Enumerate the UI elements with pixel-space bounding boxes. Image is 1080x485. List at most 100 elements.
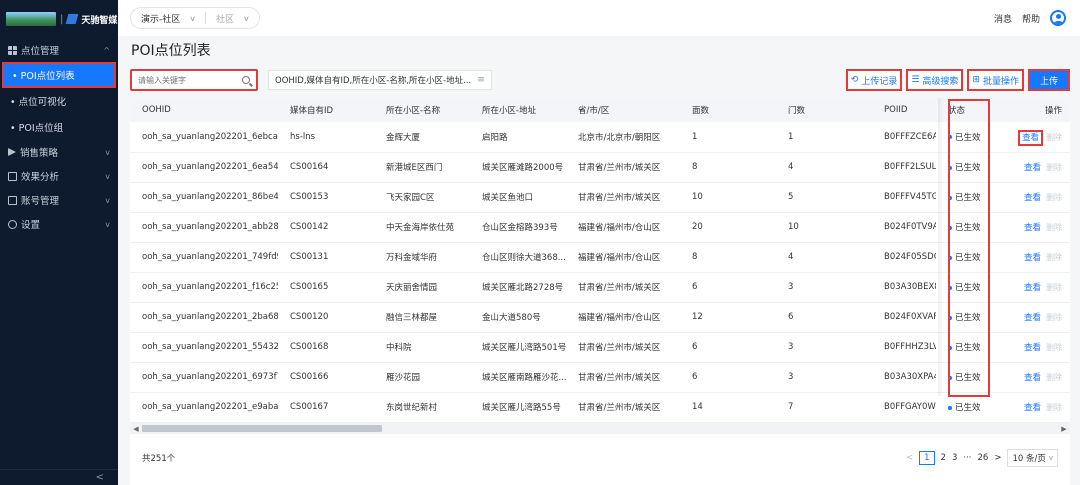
upload-button[interactable]: 上传 xyxy=(1027,69,1070,91)
status-cell: 已生效 xyxy=(936,392,988,422)
search-icon[interactable] xyxy=(242,76,250,84)
delete-link[interactable]: 删除 xyxy=(1046,403,1062,412)
status-dot-icon xyxy=(948,165,952,170)
delete-link[interactable]: 删除 xyxy=(1046,133,1062,142)
column-header: 操作 xyxy=(988,98,1070,122)
field-filter-select[interactable]: OOHID,媒体自有ID,所在小区-名称,所在小区-地址... ≡ xyxy=(268,70,492,90)
upload-records-button[interactable]: ⟲ 上传记录 xyxy=(845,69,903,91)
advanced-search-button[interactable]: ☰ 高级搜索 xyxy=(906,69,964,91)
delete-link[interactable]: 删除 xyxy=(1046,283,1062,292)
view-link[interactable]: 查看 xyxy=(1024,313,1041,323)
help-link[interactable]: 帮助 xyxy=(1022,12,1040,25)
view-link[interactable]: 查看 xyxy=(1017,129,1044,146)
search-box[interactable] xyxy=(130,69,258,91)
grid-icon xyxy=(8,45,17,55)
chart-icon xyxy=(8,171,17,181)
table-row[interactable]: ooh_sa_yuanlang202201_554326... CS00168 中科… xyxy=(130,332,1070,362)
view-link[interactable]: 查看 xyxy=(1024,283,1041,293)
status-cell: 已生效 xyxy=(936,242,988,272)
table-cell: 城关区雁北路2728号 xyxy=(482,283,564,293)
delete-link[interactable]: 删除 xyxy=(1046,373,1062,382)
view-link[interactable]: 查看 xyxy=(1024,223,1041,233)
menu-group-poi[interactable]: 点位管理 ^ xyxy=(0,38,118,62)
table-cell: B024F05SDG xyxy=(884,252,936,262)
table-row[interactable]: ooh_sa_yuanlang202201_6ea540... CS00164 新港… xyxy=(130,152,1070,182)
delete-link[interactable]: 删除 xyxy=(1046,313,1062,322)
table-row[interactable]: ooh_sa_yuanlang202201_f16c25... CS00165 天庆… xyxy=(130,272,1070,302)
table-cell: ooh_sa_yuanlang202201_6ea540... xyxy=(142,162,278,172)
table-row[interactable]: ooh_sa_yuanlang202201_6ebca4... hs-lns 金辉大… xyxy=(130,122,1070,152)
data-table: OOHID 媒体自有ID 所在小区-名称 所在小区-地址 省/市/区 面数 门数 POIID 状… xyxy=(130,98,1070,423)
page-3[interactable]: 3 xyxy=(952,453,957,463)
chevron-down-icon: v xyxy=(1048,454,1053,462)
delete-link[interactable]: 删除 xyxy=(1046,223,1062,232)
table-row[interactable]: ooh_sa_yuanlang202201_e9abac... CS00167 东岗… xyxy=(130,392,1070,422)
page-26[interactable]: 26 xyxy=(978,453,989,463)
table-row[interactable]: ooh_sa_yuanlang202201_6973f7... CS00166 雁沙… xyxy=(130,362,1070,392)
actions-cell: 查看 删除 xyxy=(988,212,1070,242)
page-ellipsis[interactable]: ··· xyxy=(963,453,971,463)
scroll-right-icon[interactable]: ▶ xyxy=(1058,425,1070,433)
page-2[interactable]: 2 xyxy=(941,453,946,463)
table-cell: CS00168 xyxy=(290,342,329,352)
sidebar-item-poi-visual[interactable]: • 点位可视化 xyxy=(0,88,118,114)
table-row[interactable]: ooh_sa_yuanlang202201_86be4a... CS00153 飞天… xyxy=(130,182,1070,212)
table-row[interactable]: ooh_sa_yuanlang202201_749fd9... CS00131 万科… xyxy=(130,242,1070,272)
table-cell: 6 xyxy=(788,312,794,322)
next-page-icon[interactable]: > xyxy=(994,453,1001,463)
scroll-left-icon[interactable]: ◀ xyxy=(130,425,142,433)
delete-link[interactable]: 删除 xyxy=(1046,163,1062,172)
status-dot-icon xyxy=(948,285,952,290)
table-cell: ooh_sa_yuanlang202201_abb28... xyxy=(142,222,278,232)
table-row[interactable]: ooh_sa_yuanlang202201_abb28... CS00142 中天金… xyxy=(130,212,1070,242)
prev-page-icon[interactable]: < xyxy=(906,453,913,463)
horizontal-scrollbar[interactable]: ◀ ▶ xyxy=(130,423,1070,434)
table-cell: 6 xyxy=(692,342,698,352)
table-cell: 城关区雁儿湾路501号 xyxy=(482,343,566,353)
brand-logo[interactable]: | 天驰智媒 xyxy=(0,0,118,38)
upload-records-label: 上传记录 xyxy=(861,76,898,87)
page-size-select[interactable]: 10 条/页 v xyxy=(1007,449,1058,467)
status-text: 已生效 xyxy=(955,163,981,173)
batch-ops-button[interactable]: ⊞ 批量操作 xyxy=(967,69,1024,91)
view-link[interactable]: 查看 xyxy=(1024,193,1041,203)
view-link[interactable]: 查看 xyxy=(1024,253,1041,263)
table-cell: 新港城E区西门 xyxy=(386,163,443,173)
view-link[interactable]: 查看 xyxy=(1024,343,1041,353)
table-cell: 1 xyxy=(788,131,794,142)
avatar[interactable] xyxy=(1050,10,1066,26)
scrollbar-thumb[interactable] xyxy=(142,425,382,432)
menu-group-analysis[interactable]: 效果分析 v xyxy=(0,164,118,188)
menu-group-sales[interactable]: 销售策略 v xyxy=(0,140,118,164)
menu-group-settings[interactable]: 设置 v xyxy=(0,212,118,236)
table-cell: 12 xyxy=(692,312,703,322)
sidebar-item-poi-group[interactable]: • POI点位组 xyxy=(0,114,118,140)
column-header: 门数 xyxy=(776,98,872,122)
search-input[interactable] xyxy=(138,75,234,85)
delete-link[interactable]: 删除 xyxy=(1046,193,1062,202)
menu-group-account[interactable]: 账号管理 v xyxy=(0,188,118,212)
sidebar-item-poi-list[interactable]: • POI点位列表 xyxy=(2,62,116,88)
main-content: POI点位列表 OOHID,媒体自有ID,所在小区-名称,所在小区-地址... … xyxy=(118,36,1080,485)
page-1[interactable]: 1 xyxy=(919,451,935,465)
view-link[interactable]: 查看 xyxy=(1024,373,1041,383)
view-link[interactable]: 查看 xyxy=(1024,163,1041,173)
status-cell: 已生效 xyxy=(936,182,988,212)
table-cell: ooh_sa_yuanlang202201_f16c25... xyxy=(142,282,278,292)
toolbar-buttons: ⟲ 上传记录 ☰ 高级搜索 ⊞ 批量操作 上传 xyxy=(845,69,1070,91)
project-select[interactable]: 演示-社区 xyxy=(141,12,180,25)
table-cell: 4 xyxy=(788,252,794,262)
community-select[interactable]: 社区 xyxy=(216,12,234,25)
table-cell: 10 xyxy=(692,192,703,202)
table-cell: B024F0XVAR xyxy=(884,312,936,322)
delete-link[interactable]: 删除 xyxy=(1046,343,1062,352)
table-cell: 4 xyxy=(788,162,794,172)
table-cell: 甘肃省/兰州市/城关区 xyxy=(578,373,661,383)
table-cell: 城关区鱼池口 xyxy=(482,193,534,203)
sidebar-collapse-button[interactable]: < xyxy=(0,469,118,485)
table-row[interactable]: ooh_sa_yuanlang202201_2ba681... CS00120 融信… xyxy=(130,302,1070,332)
messages-link[interactable]: 消息 xyxy=(994,12,1012,25)
project-switcher[interactable]: 演示-社区 v 社区 v xyxy=(130,7,260,29)
delete-link[interactable]: 删除 xyxy=(1046,253,1062,262)
view-link[interactable]: 查看 xyxy=(1024,403,1041,413)
